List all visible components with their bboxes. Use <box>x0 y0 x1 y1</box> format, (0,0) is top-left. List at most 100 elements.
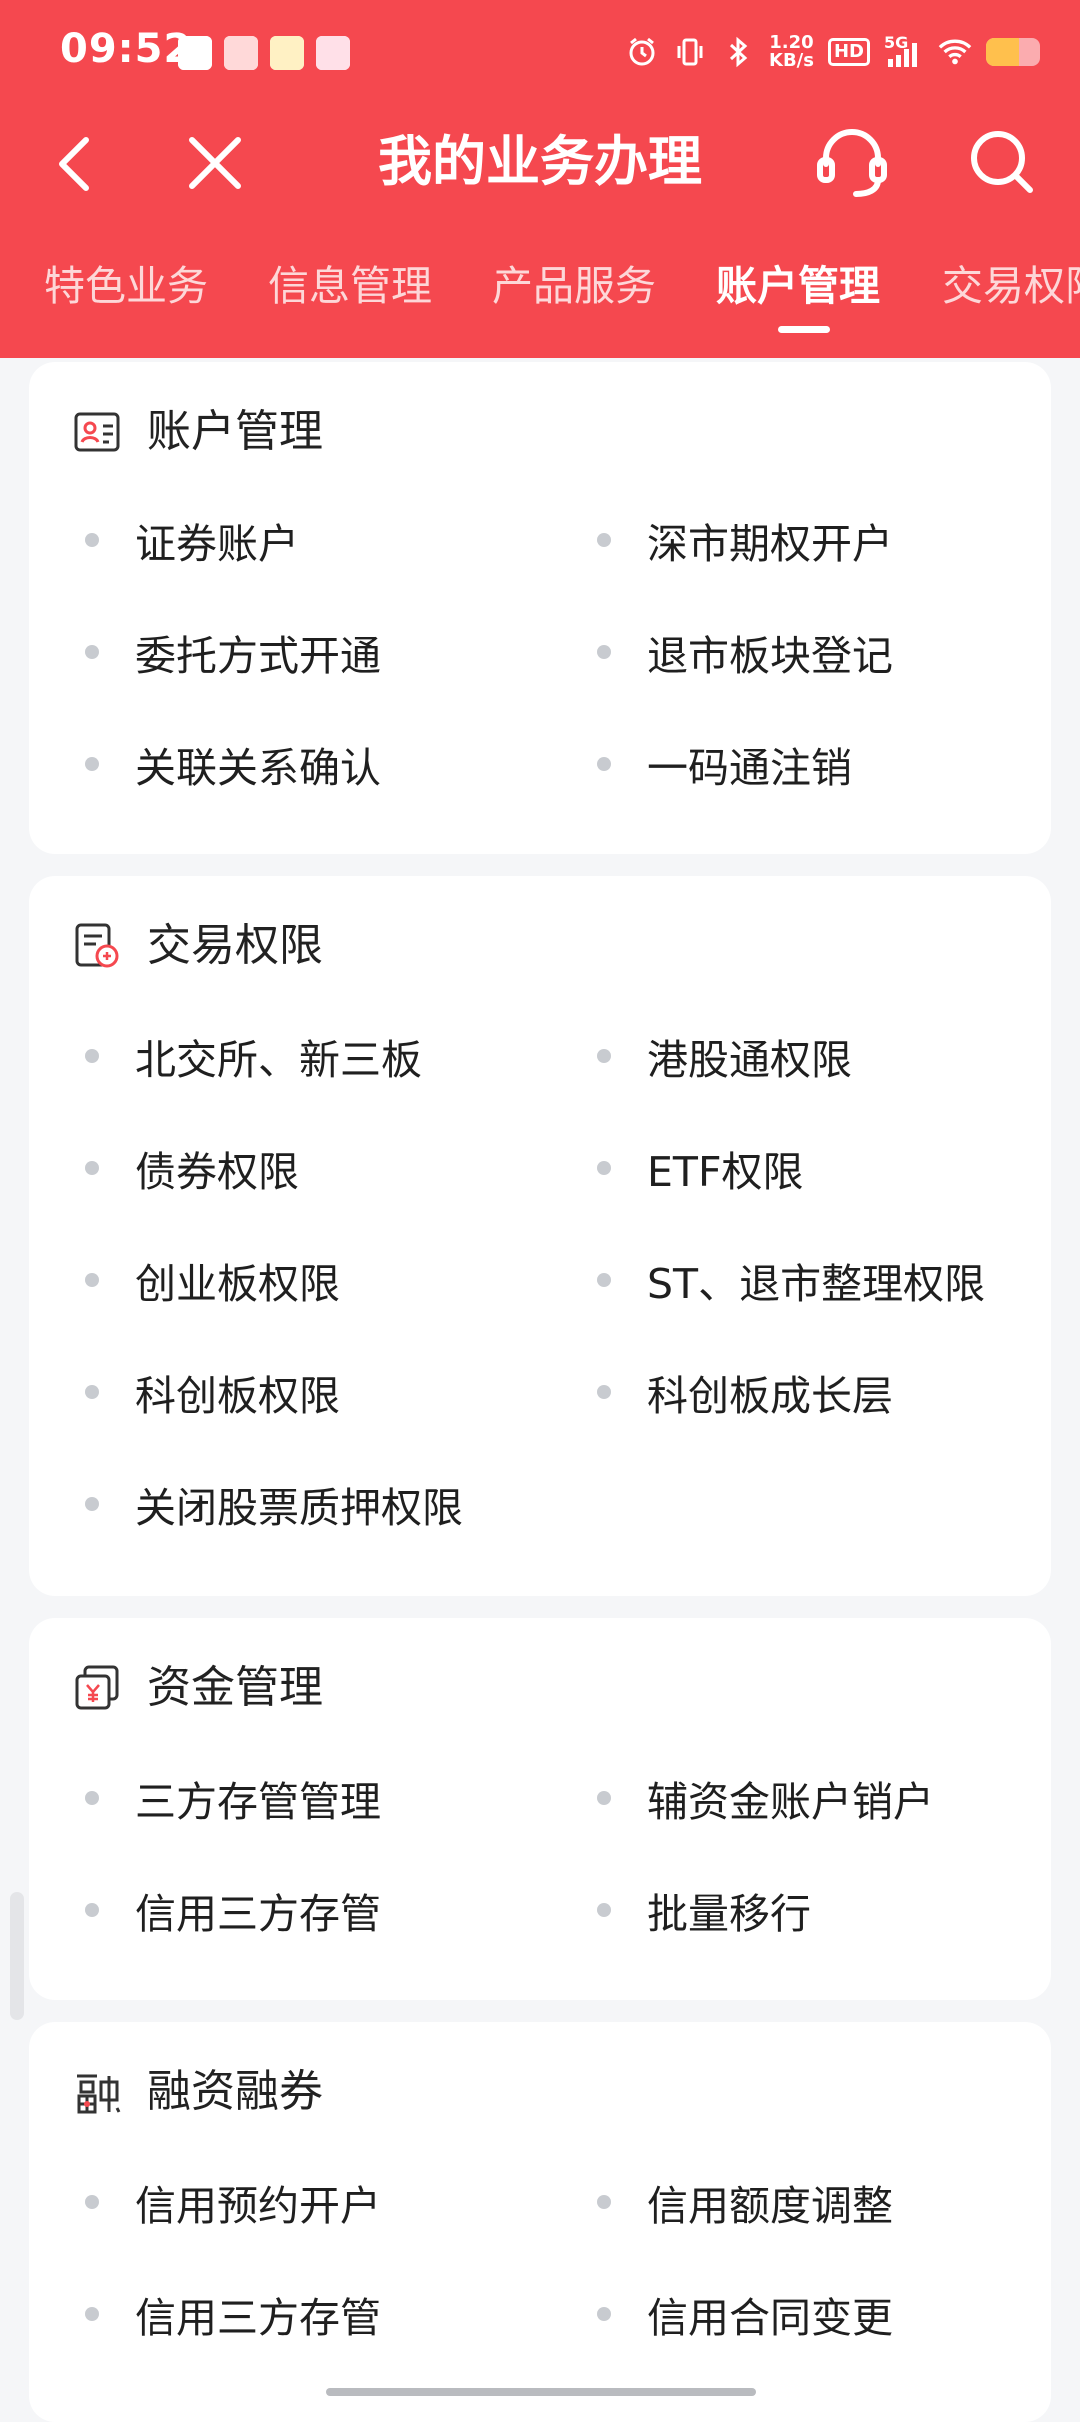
item-label: 辅资金账户销户 <box>647 1778 934 1826</box>
tab-products[interactable]: 产品服务 <box>492 250 656 322</box>
section-title: 融资融券 <box>147 2066 323 2117</box>
list-item[interactable]: 辅资金账户销户 <box>597 1768 934 1828</box>
section-trade-permission: 交易权限 北交所、新三板 港股通权限 债券权限 ETF权限 创业板权限 ST、退… <box>29 876 1051 1596</box>
bullet <box>597 757 611 771</box>
side-gesture-handle[interactable] <box>10 1892 24 2020</box>
item-label: 退市板块登记 <box>647 632 893 680</box>
list-item[interactable]: 信用三方存管 <box>85 1880 381 1940</box>
list-item[interactable]: 信用三方存管 <box>85 2284 381 2344</box>
list-item[interactable]: 委托方式开通 <box>85 622 381 682</box>
list-item[interactable]: 深市期权开户 <box>597 510 893 570</box>
list-item[interactable]: 北交所、新三板 <box>85 1026 422 1086</box>
item-label: 科创板成长层 <box>647 1372 893 1420</box>
section-title: 资金管理 <box>147 1662 323 1713</box>
list-item[interactable]: 信用额度调整 <box>597 2172 893 2232</box>
cellular-signal-icon: 5G <box>884 35 924 69</box>
customer-service-button[interactable] <box>810 120 894 204</box>
margin-trading-icon <box>77 2074 121 2114</box>
bluetooth-icon <box>721 35 755 69</box>
bullet <box>85 1385 99 1399</box>
list-item[interactable]: 科创板权限 <box>85 1362 340 1422</box>
item-label: 信用三方存管 <box>135 1890 381 1938</box>
item-label: 信用预约开户 <box>135 2182 381 2230</box>
alarm-icon <box>625 35 659 69</box>
section-header: 融资融券 <box>73 2060 323 2124</box>
status-indicators: 1.20 KB/s HD 5G <box>625 30 1040 74</box>
item-label: 关联关系确认 <box>135 744 381 792</box>
net-speed-unit: KB/s <box>769 50 814 71</box>
list-item[interactable]: 证券账户 <box>85 510 299 570</box>
item-label: 债券权限 <box>135 1148 299 1196</box>
vibrate-icon <box>673 35 707 69</box>
list-item[interactable]: 退市板块登记 <box>597 622 893 682</box>
section-margin: 融资融券 信用预约开户 信用额度调整 信用三方存管 信用合同变更 <box>29 2022 1051 2422</box>
list-item[interactable]: 港股通权限 <box>597 1026 852 1086</box>
item-label: 港股通权限 <box>647 1036 852 1084</box>
section-header: 资金管理 <box>73 1656 323 1720</box>
account-card-icon <box>74 412 120 452</box>
category-tabs: 特色业务 信息管理 产品服务 账户管理 交易权限 <box>0 250 1080 340</box>
notification-app-icon <box>178 36 212 70</box>
list-item[interactable]: ETF权限 <box>597 1138 804 1198</box>
hd-badge: HD <box>827 38 870 66</box>
list-item[interactable]: 一码通注销 <box>597 734 852 794</box>
bullet <box>85 2195 99 2209</box>
status-bar: 09:52 1.20 KB/s HD 5G <box>0 0 1080 108</box>
list-item[interactable]: 批量移行 <box>597 1880 811 1940</box>
tab-info[interactable]: 信息管理 <box>268 250 432 322</box>
item-label: 三方存管管理 <box>135 1778 381 1826</box>
bullet <box>85 757 99 771</box>
section-fund: 资金管理 三方存管管理 辅资金账户销户 信用三方存管 批量移行 <box>29 1618 1051 2000</box>
bullet <box>597 533 611 547</box>
section-header: 账户管理 <box>73 400 323 464</box>
list-item[interactable]: 债券权限 <box>85 1138 299 1198</box>
bullet <box>85 1161 99 1175</box>
bullet <box>597 1273 611 1287</box>
search-button[interactable] <box>960 120 1044 204</box>
wifi-icon <box>938 35 972 69</box>
page-title: 我的业务办理 <box>378 130 702 193</box>
bullet <box>597 1903 611 1917</box>
list-item[interactable]: 信用合同变更 <box>597 2284 893 2344</box>
home-indicator[interactable] <box>326 2388 756 2396</box>
section-account: 账户管理 证券账户 深市期权开户 委托方式开通 退市板块登记 关联关系确认 一码… <box>29 362 1051 854</box>
battery-icon <box>986 38 1040 66</box>
yuan-fund-icon <box>75 1665 119 1710</box>
item-label: 信用额度调整 <box>647 2182 893 2230</box>
app-header: 09:52 1.20 KB/s HD 5G 我的业务办理 特色业务 信息管理 产… <box>0 0 1080 358</box>
item-label: ST、退市整理权限 <box>647 1260 986 1308</box>
bullet <box>85 2307 99 2321</box>
item-label: 批量移行 <box>647 1890 811 1938</box>
item-label: ETF权限 <box>647 1148 804 1196</box>
tab-featured[interactable]: 特色业务 <box>44 250 208 322</box>
list-item[interactable]: 三方存管管理 <box>85 1768 381 1828</box>
bullet <box>85 645 99 659</box>
list-item[interactable]: 关联关系确认 <box>85 734 381 794</box>
list-item[interactable]: 创业板权限 <box>85 1250 340 1310</box>
notification-app-icon <box>316 36 350 70</box>
bullet <box>597 2195 611 2209</box>
bullet <box>85 1791 99 1805</box>
status-time: 09:52 <box>60 26 193 72</box>
list-item[interactable]: ST、退市整理权限 <box>597 1250 985 1310</box>
bullet <box>597 1161 611 1175</box>
item-label: 科创板权限 <box>135 1372 340 1420</box>
item-label: 委托方式开通 <box>135 632 381 680</box>
list-item[interactable]: 信用预约开户 <box>85 2172 381 2232</box>
nav-bar: 我的业务办理 <box>0 108 1080 218</box>
bullet <box>85 1903 99 1917</box>
bullet <box>85 1497 99 1511</box>
tab-trade-permission[interactable]: 交易权限 <box>942 250 1080 322</box>
item-label: 一码通注销 <box>647 744 852 792</box>
notification-app-icon <box>270 36 304 70</box>
list-item[interactable]: 科创板成长层 <box>597 1362 893 1422</box>
section-title: 账户管理 <box>147 406 323 457</box>
list-item[interactable]: 关闭股票质押权限 <box>85 1474 463 1534</box>
bullet <box>597 645 611 659</box>
notification-app-icon <box>224 36 258 70</box>
trade-permission-icon <box>75 923 119 968</box>
net-speed: 1.20 KB/s <box>769 34 814 70</box>
bullet <box>597 2307 611 2321</box>
item-label: 信用三方存管 <box>135 2294 381 2342</box>
tab-account[interactable]: 账户管理 <box>716 250 880 322</box>
